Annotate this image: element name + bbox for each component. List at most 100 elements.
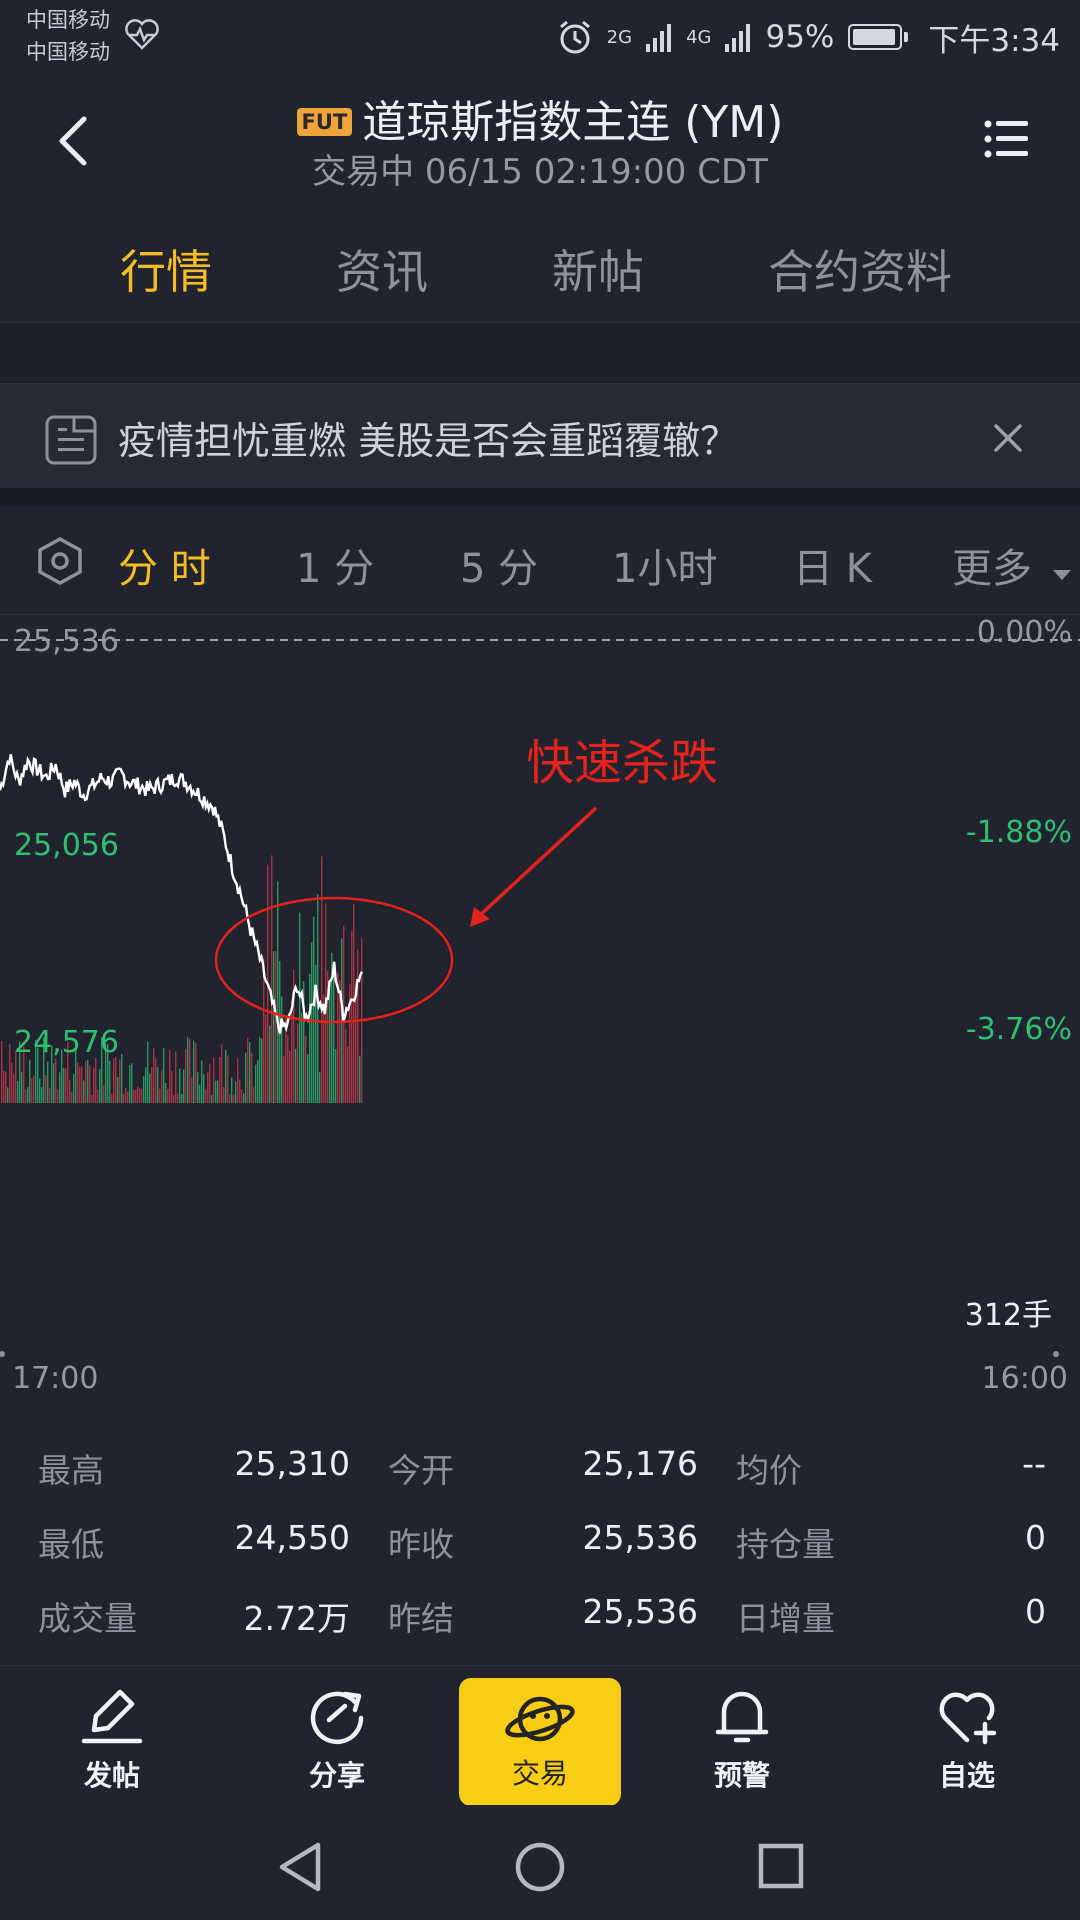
volume-bar [329,985,331,1103]
volume-bar [91,1094,93,1103]
stat-label-high: 最高 [38,1451,104,1490]
header: FUT 道琼斯指数主连 (YM) 交易中 06/15 02:19:00 CDT [0,80,1080,200]
nav-alert[interactable]: 预警 [672,1686,812,1794]
intraday-chart[interactable]: 25,536 0.00% 25,056 -1.88% 24,576 -3.76%… [0,615,1080,1415]
volume-bar [29,1059,31,1103]
volume-bar [309,973,311,1103]
volume-bar [33,1075,35,1103]
volume-bar [69,1080,71,1103]
volume-bar [143,1076,145,1103]
tab-posts[interactable]: 新帖 [552,236,644,302]
period-tab-timeshare[interactable]: 分 时 [118,536,211,594]
volume-bar [209,1063,211,1103]
volume-bar [201,1060,203,1103]
nav-watchlist-label: 自选 [938,1759,995,1792]
tab-news[interactable]: 资讯 [336,236,428,302]
volume-bar [73,1074,75,1103]
volume-bar [359,1055,361,1103]
hexagon-settings-icon[interactable] [36,536,84,586]
volume-bar [203,1074,205,1103]
volume-bar [169,1049,171,1103]
volume-bar [311,942,313,1103]
volume-bar [249,1042,251,1103]
volume-bar [147,1041,149,1103]
volume-bar [155,1058,157,1103]
volume-bar [11,1062,13,1103]
volume-bar [177,1093,179,1103]
list-menu-icon[interactable] [984,116,1030,162]
volume-bar [133,1089,135,1103]
news-banner[interactable]: 疫情担忧重燃 美股是否会重蹈覆辙？ [0,384,1080,488]
tab-market[interactable]: 行情 [120,236,212,302]
alarm-icon [559,20,590,54]
system-recents-icon[interactable] [758,1843,804,1889]
network-4g-label: 4G [686,26,712,48]
nav-post-label: 发帖 [83,1759,140,1792]
close-icon[interactable] [988,418,1028,458]
volume-bar [49,1087,51,1103]
volume-bar [95,1057,97,1103]
dropdown-arrow-icon [1052,570,1071,580]
share-refresh-icon [310,1691,364,1745]
system-home-icon[interactable] [514,1841,566,1893]
stat-label-avg: 均价 [736,1451,802,1490]
start-dot [0,1351,5,1357]
volume-bar [63,1068,65,1103]
volume-bar [265,1014,267,1103]
divider-band [0,323,1080,384]
nav-watchlist[interactable]: 自选 [897,1686,1037,1794]
volume-bar [257,1060,259,1103]
volume-bar [353,904,355,1103]
nav-post[interactable]: 发帖 [42,1686,182,1794]
period-tab-5min[interactable]: 5 分 [460,536,538,594]
divider-band [0,488,1080,506]
volume-bar [13,1074,15,1103]
page-title: FUT 道琼斯指数主连 (YM) [0,86,1080,150]
status-right: 2G 4G 95% 下午3:34 [557,12,1060,62]
news-headline[interactable]: 疫情担忧重燃 美股是否会重蹈覆辙？ [118,410,738,465]
period-tab-1hour[interactable]: 1小时 [612,536,717,594]
volume-bar [163,1048,165,1103]
volume-bar [87,1059,89,1103]
volume-bar [255,1064,257,1103]
volume-bar [181,1093,183,1103]
volume-bar [125,1087,127,1103]
bottom-nav: 发帖 分享 交易 预警 自选 [0,1665,1080,1806]
planet-icon [505,1696,575,1742]
heart-plus-icon [939,1692,997,1745]
volume-bar [219,1056,221,1103]
volume-bar [273,951,275,1103]
stat-value-prev-settle: 25,536 [582,1592,698,1631]
main-tabs: 行情 资讯 新帖 合约资料 [0,200,1080,323]
period-tab-more[interactable]: 更多 [952,536,1073,594]
volume-bar [295,1048,297,1103]
nav-share[interactable]: 分享 [267,1686,407,1794]
volume-bar [7,1087,9,1103]
volume-bar [345,1029,347,1103]
stat-label-daily-change: 日增量 [736,1599,835,1638]
volume-bar [1,1040,3,1103]
pct-tick-mid: -1.88% [965,815,1072,850]
volume-bar [283,1055,285,1103]
volume-bar [179,1068,181,1103]
system-back-icon[interactable] [276,1841,324,1893]
stat-label-low: 最低 [38,1525,104,1564]
volume-bar [167,1088,169,1103]
volume-bar [139,1088,141,1103]
period-tab-1min[interactable]: 1 分 [296,536,374,594]
volume-bar [271,855,273,1103]
tab-contract-info[interactable]: 合约资料 [768,236,952,302]
nav-share-label: 分享 [308,1759,365,1792]
volume-bar [247,1038,249,1103]
volume-bar [277,881,279,1103]
volume-bar [239,1079,241,1103]
volume-bar [333,971,335,1103]
period-tab-daily[interactable]: 日 K [793,536,872,594]
volume-bar [221,1044,223,1103]
volume-bar [335,1048,337,1103]
volume-bar [59,1072,61,1103]
stat-label-prev-settle: 昨结 [388,1599,454,1638]
volume-bar [229,1093,231,1103]
battery-percent: 95% [765,19,835,55]
nav-trade-button[interactable]: 交易 [459,1678,621,1806]
